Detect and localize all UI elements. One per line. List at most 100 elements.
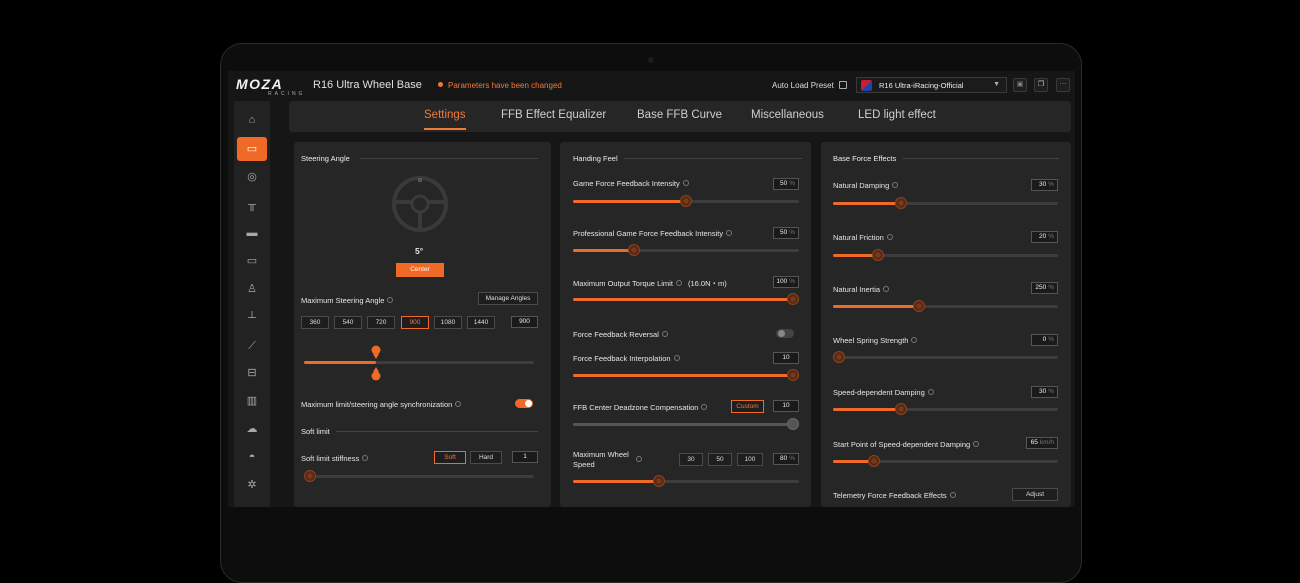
info-icon [675, 280, 682, 286]
pro-ffb-text: Professional Game Force Feedback Intensi… [573, 229, 724, 238]
sidebar-wheel-base-icon[interactable]: ▭ [237, 137, 267, 161]
damping-slider[interactable] [833, 197, 1058, 209]
slider-thumb[interactable] [894, 403, 907, 415]
handing-feel-title: Handing Feel [573, 154, 618, 163]
sync-toggle[interactable] [515, 399, 533, 408]
sidebar-handbrake-icon[interactable]: ⟋ [237, 334, 267, 358]
copy-icon[interactable]: ❐ [1034, 78, 1048, 92]
angle-preset-1440[interactable]: 1440 [467, 316, 495, 329]
sidebar-home-icon[interactable]: ⌂ [237, 108, 267, 132]
sidebar-pedals-icon[interactable]: ╥ [237, 193, 267, 217]
spring-label: Wheel Spring Strength [833, 336, 918, 345]
info-icon [673, 355, 680, 361]
speed-damping-slider[interactable] [833, 403, 1058, 415]
slider-thumb[interactable] [894, 197, 907, 209]
sidebar-hub-icon[interactable]: ⊟ [237, 361, 267, 385]
wheel-speed-slider[interactable] [573, 475, 799, 487]
angle-preset-720[interactable]: 720 [367, 316, 395, 329]
more-icon[interactable]: ⋯ [1056, 78, 1070, 92]
slider-fill [833, 202, 901, 205]
sidebar-cloud-upload-icon[interactable]: ☁ [237, 417, 267, 441]
inertia-slider[interactable] [833, 300, 1058, 312]
stiffness-value-input[interactable]: 1 [512, 451, 538, 463]
slider-fill [573, 298, 799, 301]
spring-slider[interactable] [833, 351, 1058, 363]
interpolation-slider[interactable] [573, 369, 799, 381]
slider-thumb[interactable] [680, 195, 692, 207]
wheel-speed-input[interactable]: 80% [773, 453, 799, 465]
adjust-button[interactable]: Adjust [1012, 488, 1058, 501]
slider-thumb[interactable] [912, 300, 925, 312]
slider-thumb[interactable] [872, 249, 884, 261]
sidebar-settings-icon[interactable]: ✲ [237, 473, 267, 497]
sidebar-shifter-icon[interactable]: ┴ [237, 306, 267, 330]
damping-input[interactable]: 30% [1031, 179, 1058, 191]
steering-angle-panel: Steering Angle 5° Center Maximum Steerin… [294, 142, 551, 507]
tab-led-light-effect[interactable]: LED light effect [858, 109, 936, 121]
custom-button[interactable]: Custom [731, 400, 764, 413]
friction-slider[interactable] [833, 249, 1058, 261]
sidebar-library-icon[interactable]: ▥ [237, 389, 267, 413]
manage-angles-button[interactable]: Manage Angles [478, 292, 538, 305]
reversal-toggle[interactable] [776, 329, 794, 338]
speed-start-input[interactable]: 65 km/h [1026, 437, 1058, 449]
slider-fill [573, 374, 799, 377]
slider-thumb[interactable] [867, 455, 880, 467]
slider-thumb[interactable] [787, 369, 799, 381]
sidebar-helmet-icon[interactable]: ◓ [237, 445, 267, 469]
auto-load-checkbox[interactable] [839, 81, 847, 89]
game-ffb-input[interactable]: 50% [773, 178, 799, 190]
angle-preset-900[interactable]: 900 [401, 316, 429, 329]
slider-thumb[interactable] [787, 418, 799, 430]
preset-select[interactable]: R16 Ultra-iRacing-Official ▼ [856, 77, 1007, 93]
tab-base-ffb-curve[interactable]: Base FFB Curve [637, 109, 722, 121]
slider-thumb[interactable] [652, 475, 665, 487]
torque-slider[interactable] [573, 293, 799, 305]
speed-damping-input[interactable]: 30% [1031, 386, 1058, 398]
pro-ffb-slider[interactable] [573, 244, 799, 256]
info-icon [973, 441, 980, 447]
angle-preset-360[interactable]: 360 [301, 316, 329, 329]
divider [336, 431, 538, 432]
range-handle-icon[interactable] [369, 345, 383, 381]
angle-range-slider[interactable] [304, 361, 534, 364]
slider-thumb[interactable] [787, 293, 799, 305]
angle-preset-1080[interactable]: 1080 [434, 316, 462, 329]
speed-preset-50[interactable]: 50 [708, 453, 732, 466]
torque-input[interactable]: 100% [773, 276, 799, 288]
center-button[interactable]: Center [396, 263, 444, 277]
slider-thumb[interactable] [628, 244, 641, 256]
pro-ffb-input[interactable]: 50% [773, 227, 799, 239]
sidebar-dashboard-icon[interactable]: ▬ [237, 221, 267, 245]
speed-preset-30[interactable]: 30 [679, 453, 703, 466]
damping-label: Natural Damping [833, 181, 899, 190]
angle-value-input[interactable]: 900 [511, 316, 538, 328]
sidebar-button-box-icon[interactable]: ▭ [237, 249, 267, 273]
hard-button[interactable]: Hard [470, 451, 502, 464]
speed-start-slider[interactable] [833, 455, 1058, 467]
info-icon [661, 331, 668, 337]
stiffness-slider[interactable] [304, 470, 534, 482]
unit: % [1048, 284, 1054, 291]
deadzone-slider[interactable] [573, 418, 799, 430]
tab-ffb-equalizer[interactable]: FFB Effect Equalizer [501, 109, 606, 121]
slider-thumb[interactable] [304, 470, 316, 482]
inertia-input[interactable]: 250% [1031, 282, 1058, 294]
spring-input[interactable]: 0% [1031, 334, 1058, 346]
soft-button[interactable]: Soft [434, 451, 466, 464]
friction-input[interactable]: 20% [1031, 231, 1058, 243]
sidebar-steering-wheel-icon[interactable]: ◎ [237, 165, 267, 189]
deadzone-input[interactable]: 10 [773, 400, 799, 412]
info-icon [636, 456, 642, 462]
speed-damping-value: 30 [1038, 388, 1047, 395]
tab-miscellaneous[interactable]: Miscellaneous [751, 109, 824, 121]
angle-preset-540[interactable]: 540 [334, 316, 362, 329]
slider-thumb[interactable] [833, 351, 845, 363]
tab-settings[interactable]: Settings [424, 109, 466, 130]
sidebar-joystick-icon[interactable]: ♙ [237, 277, 267, 301]
interpolation-input[interactable]: 10 [773, 352, 799, 364]
game-ffb-slider[interactable] [573, 195, 799, 207]
save-icon[interactable]: ▣ [1013, 78, 1027, 92]
info-icon [682, 180, 689, 186]
speed-preset-100[interactable]: 100 [737, 453, 763, 466]
